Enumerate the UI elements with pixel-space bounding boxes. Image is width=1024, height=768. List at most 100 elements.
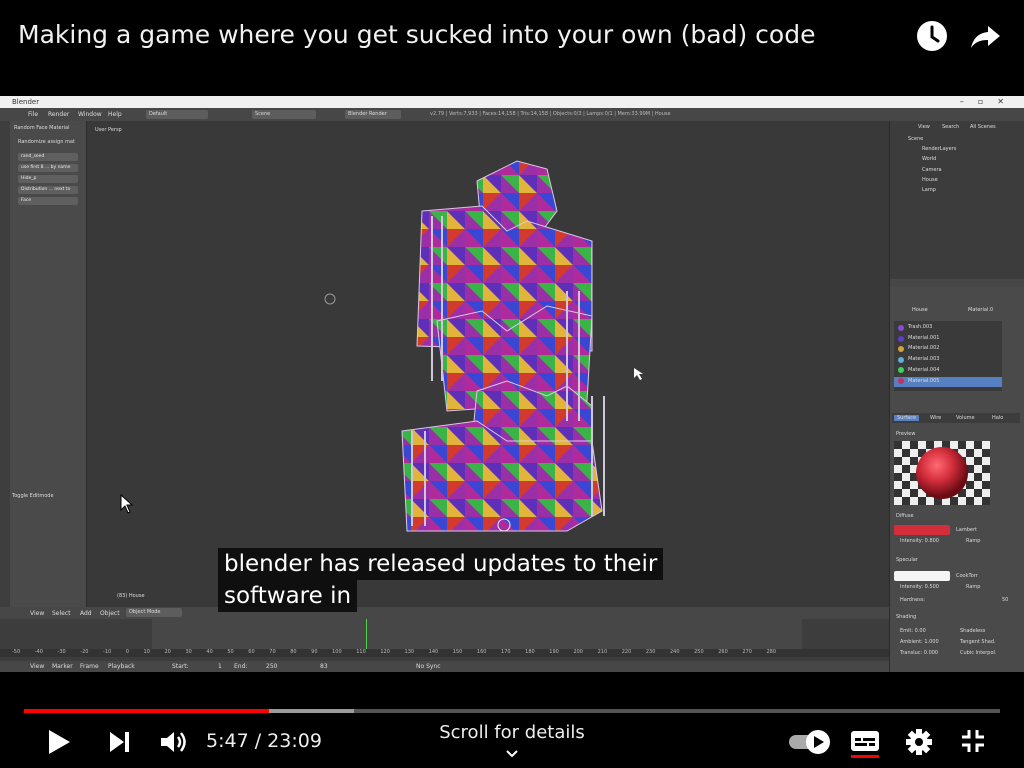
play-icon[interactable] bbox=[46, 728, 72, 756]
section-shading: Shading bbox=[896, 614, 917, 620]
menu-window: Window bbox=[78, 111, 102, 118]
clock-icon[interactable] bbox=[914, 18, 950, 54]
tl-start-label: Start: bbox=[172, 663, 189, 670]
tl-playback: Playback bbox=[108, 663, 135, 670]
scene-info: v2.79 | Verts:7,933 | Faces:14,158 | Tri… bbox=[430, 111, 671, 117]
duration: 23:09 bbox=[267, 730, 322, 752]
tl-end-label: End: bbox=[234, 663, 248, 670]
material-item: Material.002 bbox=[908, 345, 940, 351]
specular-shader: CookTorr bbox=[956, 573, 978, 579]
material-color-dot bbox=[898, 378, 904, 384]
tl-sync: No Sync bbox=[416, 663, 441, 670]
diffuse-color-swatch[interactable] bbox=[894, 525, 950, 535]
outliner-item: RenderLayers bbox=[922, 146, 957, 152]
layout-field: Default bbox=[146, 110, 208, 119]
material-color-dot bbox=[898, 335, 904, 342]
material-item: Material.004 bbox=[908, 367, 940, 373]
timeline-ruler-ticks: -50 -40 -30 -20 -10 0 10 20 30 40 50 60 … bbox=[12, 649, 777, 655]
next-icon[interactable] bbox=[108, 730, 132, 754]
material-preview bbox=[894, 441, 990, 505]
specular-hardness: Hardness: bbox=[900, 597, 926, 603]
exit-fullscreen-icon[interactable] bbox=[960, 728, 986, 754]
shading-shadeless: Shadeless bbox=[960, 628, 986, 634]
outliner-tab-scenes: All Scenes bbox=[970, 124, 996, 130]
outliner: View Search All Scenes Scene RenderLayer… bbox=[890, 121, 1024, 279]
diffuse-shader: Lambert bbox=[956, 527, 977, 533]
shading-emit: Emit: 0.00 bbox=[900, 628, 926, 634]
material-color-dot bbox=[898, 325, 904, 331]
timeline: -50 -40 -30 -20 -10 0 10 20 30 40 50 60 … bbox=[0, 619, 889, 661]
tl-current-frame: 83 bbox=[320, 663, 328, 670]
toggle-editmode-label: Toggle Editmode bbox=[12, 493, 54, 499]
section-preview: Preview bbox=[896, 431, 916, 437]
specular-hardness-value: 50 bbox=[1002, 597, 1009, 603]
shading-cubic: Cubic Interpol. bbox=[960, 650, 997, 656]
properties-editor: House Material.0 Trash.003 Material.001 … bbox=[890, 287, 1024, 672]
menu-render: Render bbox=[48, 111, 70, 118]
tab-surface: Surface bbox=[894, 415, 920, 421]
mouse-cursor-icon bbox=[120, 494, 134, 514]
outliner-item: World bbox=[922, 156, 937, 162]
time-display: 5:47 / 23:09 bbox=[206, 730, 322, 752]
diffuse-intensity: Intensity: 0.800 bbox=[900, 538, 939, 544]
diffuse-ramp: Ramp bbox=[966, 538, 981, 544]
specular-ramp: Ramp bbox=[966, 584, 981, 590]
tl-start-value: 1 bbox=[218, 663, 222, 670]
section-specular: Specular bbox=[896, 557, 918, 563]
section-diffuse: Diffuse bbox=[896, 513, 914, 519]
blender-top-menu: File Render Window Help Default Scene Bl… bbox=[0, 108, 1024, 121]
timeline-range bbox=[152, 619, 802, 649]
specular-intensity: Intensity: 0.500 bbox=[900, 584, 939, 590]
video-title[interactable]: Making a game where you get sucked into … bbox=[18, 20, 815, 49]
video-top-bar: Making a game where you get sucked into … bbox=[0, 0, 1024, 96]
toolshelf-label: Randomize assign mat bbox=[18, 139, 75, 145]
outliner-tab-view: View bbox=[918, 124, 930, 130]
scene-field: Scene bbox=[252, 110, 316, 119]
toolshelf-field: use first 8 ... by name bbox=[18, 164, 78, 172]
toolshelf-field: Face bbox=[18, 197, 78, 205]
shading-ambient: Ambient: 1.000 bbox=[900, 639, 939, 645]
tab-volume: Volume bbox=[956, 415, 975, 421]
menu-help: Help bbox=[108, 111, 122, 118]
caption-line-1: blender has released updates to their bbox=[218, 548, 664, 580]
specular-color-swatch[interactable] bbox=[894, 571, 950, 581]
tool-tabs bbox=[0, 121, 10, 607]
right-panels: View Search All Scenes Scene RenderLayer… bbox=[889, 121, 1024, 672]
material-color-dot bbox=[898, 346, 904, 353]
material-color-dot bbox=[898, 367, 904, 374]
material-list: Trash.003 Material.001 Material.002 Mate… bbox=[894, 321, 1002, 391]
captions-icon[interactable] bbox=[850, 728, 880, 760]
material-item: Material.001 bbox=[908, 335, 940, 341]
timeline-cursor bbox=[366, 619, 367, 649]
volume-icon[interactable] bbox=[159, 729, 187, 755]
scroll-for-details[interactable]: Scroll for details bbox=[412, 722, 612, 764]
progress-bar[interactable] bbox=[24, 709, 1000, 713]
outliner-item: Lamp bbox=[922, 187, 936, 193]
house-model bbox=[324, 160, 643, 532]
outliner-tab-search: Search bbox=[942, 124, 960, 130]
blender-window-title: Blender bbox=[12, 98, 40, 106]
autoplay-toggle-icon[interactable] bbox=[788, 728, 832, 756]
current-time: 5:47 bbox=[206, 730, 249, 752]
material-color-dot bbox=[898, 356, 904, 363]
outliner-item: Camera bbox=[922, 167, 942, 173]
share-arrow-icon[interactable] bbox=[968, 18, 1004, 54]
tab-wire: Wire bbox=[930, 415, 942, 421]
caption-line-2: software in bbox=[218, 580, 358, 612]
tl-end-value: 250 bbox=[266, 663, 278, 670]
captions-active-indicator bbox=[851, 755, 879, 758]
menu-file: File bbox=[28, 111, 39, 118]
tl-view: View bbox=[30, 663, 45, 670]
captions: blender has released updates to their so… bbox=[218, 548, 664, 612]
blender-titlebar: Blender –▫✕ bbox=[0, 96, 1024, 108]
settings-gear-icon[interactable] bbox=[905, 728, 933, 756]
progress-played bbox=[24, 709, 269, 713]
engine-field: Blender Render bbox=[345, 110, 401, 119]
timeline-ruler: -50 -40 -30 -20 -10 0 10 20 30 40 50 60 … bbox=[0, 649, 889, 657]
time-separator: / bbox=[248, 730, 268, 752]
tool-shelf: Random Face Material Randomize assign ma… bbox=[0, 121, 87, 607]
scroll-hint-label: Scroll for details bbox=[439, 722, 585, 743]
chevron-down-icon bbox=[506, 750, 518, 758]
material-tabs: Surface Wire Volume Halo bbox=[892, 413, 1020, 423]
props-material-slot: Material.0 bbox=[968, 307, 994, 313]
